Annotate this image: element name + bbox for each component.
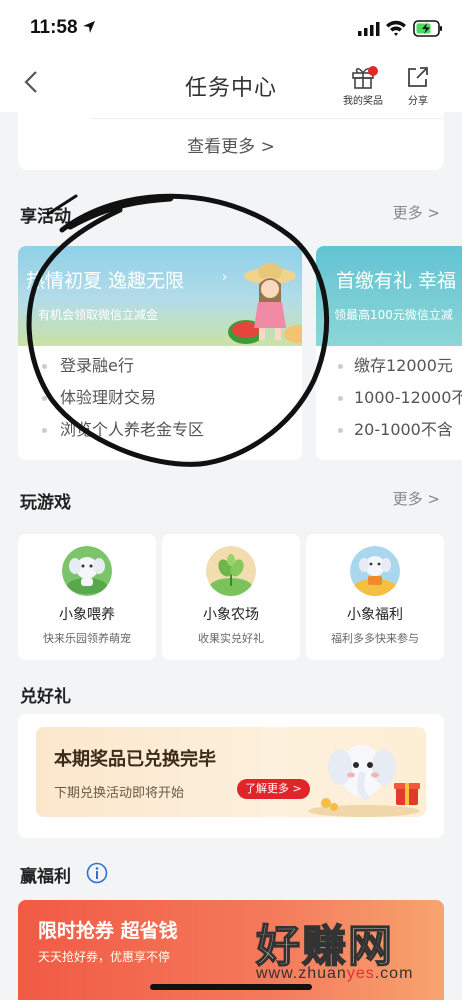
home-indicator[interactable] [150, 984, 312, 990]
games-more-link[interactable]: 更多 > [393, 488, 440, 509]
game-name: 小象农场 [203, 607, 259, 623]
welfare-banner-title: 限时抢券 超省钱 [38, 920, 178, 942]
section-title-exchange: 兑好礼 [20, 687, 71, 707]
learn-more-button[interactable]: 了解更多 > [237, 779, 310, 799]
watermark-url: www.zhuanyes.com [256, 965, 413, 983]
watermark-url-suffix: .com [374, 965, 414, 982]
welfare-banner-subtitle: 天天抢好券，优惠享不停 [38, 950, 171, 964]
exchange-banner-subtitle: 下期兑换活动即将开始 [54, 786, 185, 801]
watermark-url-highlight: yes [346, 965, 375, 982]
game-name: 小象喂养 [59, 607, 115, 623]
game-name: 小象福利 [347, 607, 403, 623]
game-card-welfare[interactable]: 小象福利 福利多多快来参与 [306, 534, 444, 660]
game-card-farm[interactable]: 小象农场 收果实兑好礼 [162, 534, 300, 660]
elephant-welfare-icon [350, 546, 400, 596]
watermark-url-prefix: www.zhuan [256, 965, 347, 982]
game-desc: 收果实兑好礼 [198, 632, 264, 645]
section-title-games: 玩游戏 [20, 493, 71, 513]
elephant-mascot-illustration [308, 745, 420, 817]
info-icon[interactable] [86, 862, 108, 884]
elephant-feeding-icon [62, 546, 112, 596]
exchange-banner-title: 本期奖品已兑换完毕 [54, 749, 216, 770]
farm-plant-icon [206, 546, 256, 596]
exchange-banner[interactable]: 本期奖品已兑换完毕 下期兑换活动即将开始 了解更多 > [36, 727, 426, 817]
game-card-feeding[interactable]: 小象喂养 快来乐园领养萌宠 [18, 534, 156, 660]
exchange-card: 本期奖品已兑换完毕 下期兑换活动即将开始 了解更多 > [18, 714, 444, 838]
game-desc: 福利多多快来参与 [331, 632, 419, 645]
game-desc: 快来乐园领养萌宠 [43, 632, 131, 645]
section-title-welfare: 赢福利 [20, 867, 71, 887]
